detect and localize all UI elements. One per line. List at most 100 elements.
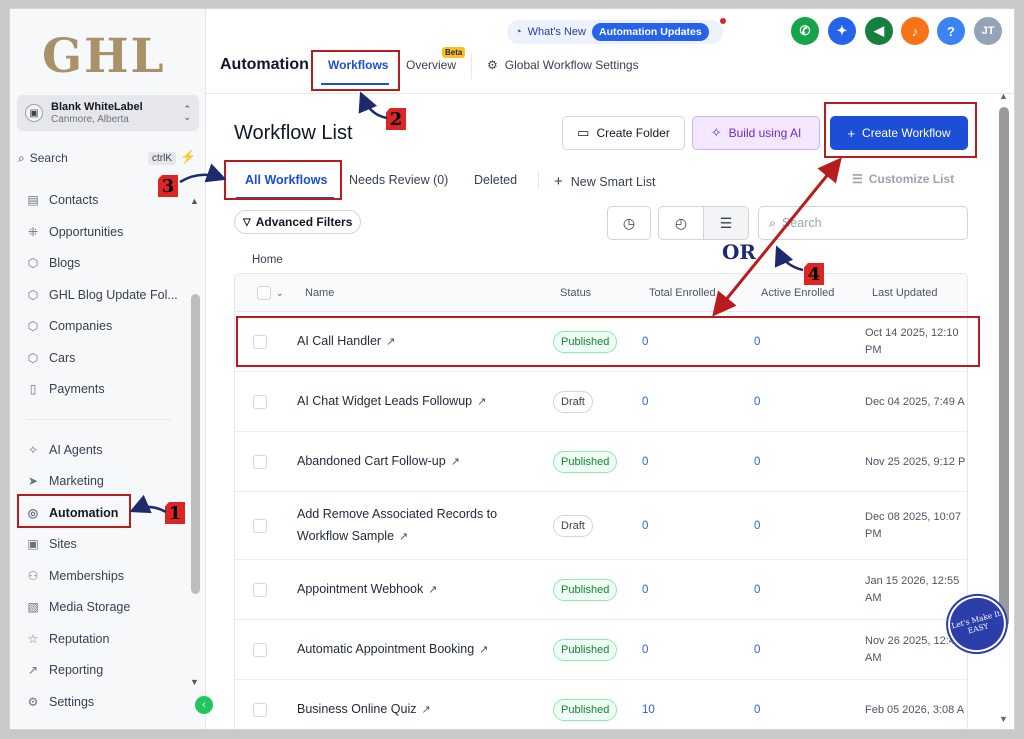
send-icon: ➤ <box>27 474 39 488</box>
total-enrolled[interactable]: 0 <box>642 584 648 596</box>
help-icon[interactable]: ? <box>937 17 965 45</box>
account-switcher[interactable]: ▣ Blank WhiteLabel Canmore, Alberta ⌃ ⌄ <box>17 95 199 131</box>
table-row[interactable]: Automatic Appointment Booking ↗ Published… <box>235 620 967 680</box>
main-scrollbar[interactable] <box>999 107 1009 627</box>
sidebar-item-reporting[interactable]: ↗ Reporting <box>24 660 194 680</box>
workflow-name[interactable]: Add Remove Associated Records to Workflo… <box>297 503 527 548</box>
column-last-updated[interactable]: Last Updated <box>872 287 937 299</box>
active-enrolled[interactable]: 0 <box>754 644 760 656</box>
workflow-name[interactable]: AI Chat Widget Leads Followup ↗ <box>297 390 486 413</box>
total-enrolled[interactable]: 0 <box>642 396 648 408</box>
external-link-icon[interactable]: ↗ <box>477 396 486 408</box>
workflow-name-text: Business Online Quiz <box>297 702 417 716</box>
sidebar-item-reputation[interactable]: ☆ Reputation <box>24 629 194 649</box>
row-checkbox[interactable] <box>253 643 267 657</box>
row-checkbox[interactable] <box>253 395 267 409</box>
active-enrolled[interactable]: 0 <box>754 584 760 596</box>
column-total-enrolled[interactable]: Total Enrolled <box>649 287 716 299</box>
active-enrolled[interactable]: 0 <box>754 396 760 408</box>
workflow-name[interactable]: Appointment Webhook ↗ <box>297 578 437 601</box>
breadcrumb[interactable]: Home <box>252 254 283 266</box>
workflow-name[interactable]: Abandoned Cart Follow-up ↗ <box>297 450 460 473</box>
automation-updates-pill[interactable]: Automation Updates <box>592 23 709 41</box>
list-view-icon[interactable]: ☰ <box>703 206 749 240</box>
customize-list-button[interactable]: ☰ Customize List <box>852 172 954 186</box>
external-link-icon[interactable]: ↗ <box>428 584 437 596</box>
clock-icon[interactable]: ◴ <box>658 206 704 240</box>
column-status[interactable]: Status <box>560 287 591 299</box>
header-divider <box>206 93 1014 94</box>
advanced-filters-button[interactable]: ▽ Advanced Filters <box>234 210 362 234</box>
whats-new-banner[interactable]: ◔ What's New Automation Updates <box>507 18 726 44</box>
sidebar-item-opportunities[interactable]: ⁜ Opportunities <box>24 222 194 242</box>
workflow-name[interactable]: Business Online Quiz ↗ <box>297 698 431 721</box>
table-row[interactable]: Add Remove Associated Records to Workflo… <box>235 492 967 560</box>
workflow-name[interactable]: Automatic Appointment Booking ↗ <box>297 638 488 661</box>
sidebar-item-ghl-blog[interactable]: ⬡ GHL Blog Update Fol... <box>24 285 194 305</box>
row-checkbox[interactable] <box>253 455 267 469</box>
sidebar-scrollbar[interactable] <box>191 294 200 594</box>
external-link-icon[interactable]: ↗ <box>479 644 488 656</box>
collapse-sidebar-button[interactable]: ‹ <box>195 696 213 714</box>
column-name[interactable]: Name <box>305 287 334 299</box>
total-enrolled[interactable]: 0 <box>642 520 648 532</box>
quick-actions-icon[interactable]: ⚡ <box>180 149 196 165</box>
sidebar-item-companies[interactable]: ⬡ Companies <box>24 316 194 336</box>
sidebar-item-payments[interactable]: ▯ Payments <box>24 379 194 399</box>
external-link-icon[interactable]: ↗ <box>399 531 408 543</box>
total-enrolled[interactable]: 10 <box>642 704 655 716</box>
tab-deleted[interactable]: Deleted <box>474 173 517 187</box>
bell-icon[interactable]: ♪ <box>901 17 929 45</box>
new-smart-list-button[interactable]: + New Smart List <box>554 173 656 190</box>
row-checkbox[interactable] <box>253 703 267 717</box>
active-enrolled[interactable]: 0 <box>754 520 760 532</box>
table-row[interactable]: Business Online Quiz ↗ Published 10 0 Feb… <box>235 680 967 729</box>
row-checkbox[interactable] <box>253 583 267 597</box>
scroll-up-icon[interactable]: ▲ <box>190 196 199 206</box>
user-avatar[interactable]: JT <box>974 17 1002 45</box>
select-all-checkbox[interactable] <box>257 286 271 300</box>
chevron-down-icon[interactable]: ⌄ <box>276 288 284 299</box>
magic-wand-icon[interactable]: ✦ <box>828 17 856 45</box>
sidebar-item-marketing[interactable]: ➤ Marketing <box>24 471 194 491</box>
sidebar-item-cars[interactable]: ⬡ Cars <box>24 348 194 368</box>
sidebar-item-media-storage[interactable]: ▧ Media Storage <box>24 597 194 617</box>
button-label: Build using AI <box>728 126 802 140</box>
sidebar-item-blogs[interactable]: ⬡ Blogs <box>24 253 194 273</box>
last-updated: Dec 08 2025, 10:07 PM <box>865 511 962 540</box>
active-enrolled[interactable]: 0 <box>754 456 760 468</box>
workflow-name-text: Abandoned Cart Follow-up <box>297 454 446 468</box>
sidebar-search[interactable]: ⌕ Search ctrlK <box>18 147 176 169</box>
total-enrolled[interactable]: 0 <box>642 456 648 468</box>
trend-icon: ↗ <box>27 663 39 677</box>
tab-global-settings[interactable]: ⚙ Global Workflow Settings <box>487 58 639 72</box>
scroll-down-icon[interactable]: ▼ <box>190 677 199 687</box>
total-enrolled[interactable]: 0 <box>642 644 648 656</box>
building-icon: ▣ <box>25 104 43 122</box>
sidebar-item-memberships[interactable]: ⚇ Memberships <box>24 566 194 586</box>
active-enrolled[interactable]: 0 <box>754 704 760 716</box>
external-link-icon[interactable]: ↗ <box>422 704 431 716</box>
build-using-ai-button[interactable]: ✧ Build using AI <box>692 116 820 150</box>
sidebar-item-label: GHL Blog Update Fol... <box>49 288 178 302</box>
sidebar-item-ai-agents[interactable]: ✧ AI Agents <box>24 440 194 460</box>
table-row[interactable]: AI Chat Widget Leads Followup ↗ Draft 0 0… <box>235 372 967 432</box>
workflow-search-input[interactable]: ⌕ Search <box>758 206 968 240</box>
column-active-enrolled[interactable]: Active Enrolled <box>761 287 834 299</box>
sidebar-item-sites[interactable]: ▣ Sites <box>24 534 194 554</box>
history-icon[interactable]: ◷ <box>607 206 651 240</box>
table-row[interactable]: Appointment Webhook ↗ Published 0 0 Jan 1… <box>235 560 967 620</box>
external-link-icon[interactable]: ↗ <box>451 456 460 468</box>
table-row[interactable]: Abandoned Cart Follow-up ↗ Published 0 0 … <box>235 432 967 492</box>
sidebar-item-settings[interactable]: ⚙ Settings <box>24 692 194 712</box>
create-folder-button[interactable]: ▭ Create Folder <box>562 116 685 150</box>
announcement-icon[interactable]: ◀ <box>865 17 893 45</box>
scroll-down-icon[interactable]: ▼ <box>999 714 1008 724</box>
scroll-up-icon[interactable]: ▲ <box>999 91 1008 101</box>
cube-icon: ⬡ <box>27 256 39 270</box>
tab-needs-review[interactable]: Needs Review (0) <box>349 173 448 187</box>
phone-icon[interactable]: ✆ <box>791 17 819 45</box>
status-badge: Published <box>553 451 618 473</box>
row-checkbox[interactable] <box>253 519 267 533</box>
tab-overview[interactable]: Overview <box>406 58 456 72</box>
